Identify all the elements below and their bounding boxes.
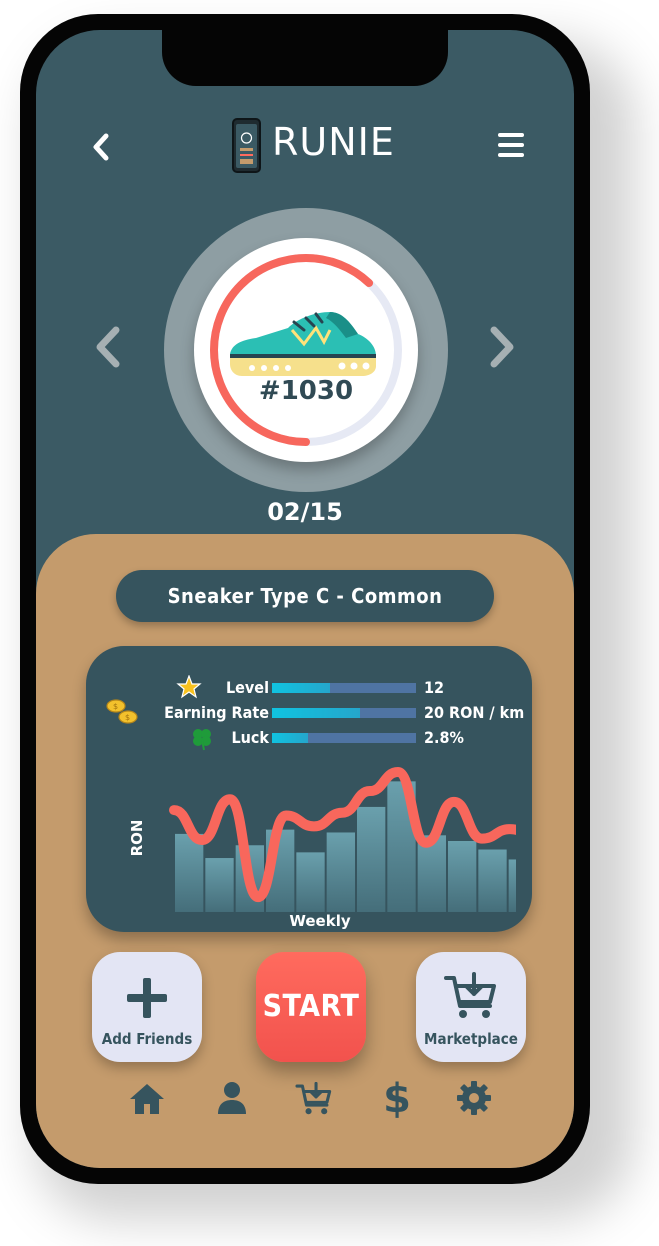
chart-bar [326,832,355,912]
sneaker-type-label: Sneaker Type C - Common [116,570,494,622]
menu-button[interactable] [494,130,530,162]
cart-download-icon [444,972,496,1018]
chart-bar [478,849,507,912]
stat-bar [272,708,416,718]
stat-label: Earning Rate [164,703,269,722]
svg-text:$: $ [113,702,118,711]
chart-x-axis-label: Weekly [289,912,350,930]
add-friends-button[interactable]: Add Friends [92,952,202,1062]
stat-value: 2.8% [424,728,464,747]
hamburger-menu-icon [498,133,524,157]
app-screen: RUNIE #1030 02/15 Sneaker Type C - Commo… [36,30,574,1168]
chart-bar [417,835,446,912]
previous-sneaker-button[interactable] [88,324,126,370]
coins-icon: $ $ [106,699,138,724]
stat-bar [272,683,416,693]
svg-text:$: $ [383,1078,411,1118]
stat-label: Luck [231,728,269,747]
back-button[interactable] [82,130,122,164]
phone-notch [162,30,448,86]
chart-bar [508,859,516,912]
sneaker-icon [230,312,376,376]
stat-row-earning-rate: $ $ Earning Rate 20 RON / km [106,699,536,725]
earnings-chart: RON Weekly [128,767,516,930]
chart-bar [205,858,234,912]
app-title: RUNIE [272,120,395,164]
dollar-icon: $ [383,1076,411,1122]
user-icon [218,1082,246,1114]
add-friends-label: Add Friends [101,1030,193,1048]
cart-icon [295,1081,332,1115]
chart-bar [296,852,325,912]
app-logo [232,118,262,174]
sneaker-image [226,308,378,378]
stat-bar [272,733,416,743]
nav-cart[interactable] [294,1081,334,1116]
chevron-right-icon [490,326,514,368]
nav-settings[interactable] [456,1080,492,1116]
chevron-left-icon [96,326,120,368]
gear-icon [457,1081,491,1115]
plus-icon [127,978,167,1018]
nav-home[interactable] [128,1082,166,1116]
stat-row-level: Level 12 [176,675,536,700]
phone-frame: RUNIE #1030 02/15 Sneaker Type C - Commo… [20,14,590,1184]
marketplace-button[interactable]: Marketplace [416,952,526,1062]
chart-bar [448,841,477,912]
chart-bar [357,806,386,912]
home-icon [130,1084,164,1114]
marketplace-label: Marketplace [424,1030,518,1048]
stat-value: 12 [424,678,445,697]
start-button[interactable]: START [256,952,366,1062]
next-sneaker-button[interactable] [484,324,522,370]
nav-wallet[interactable]: $ [380,1076,414,1122]
stat-value: 20 RON / km [424,703,525,722]
sneaker-id: #1030 [258,376,354,406]
chevron-left-icon [93,133,109,161]
sneaker-counter: 02/15 [267,498,343,526]
chart-bar [175,833,204,912]
svg-text:$: $ [125,713,130,722]
stat-label: Level [225,678,269,697]
nav-profile[interactable] [216,1080,248,1116]
stat-row-luck: Luck 2.8% [176,726,536,751]
chart-y-axis-label: RON [128,820,146,857]
